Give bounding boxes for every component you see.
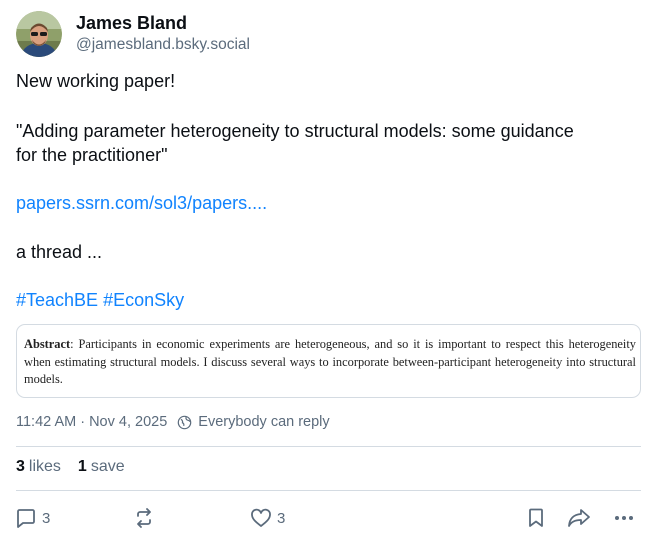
author-handle[interactable]: @jamesbland.bsky.social bbox=[76, 34, 250, 56]
repost-button[interactable] bbox=[132, 504, 156, 532]
abstract-text: Abstract: Participants in economic exper… bbox=[24, 336, 636, 389]
post: James Bland @jamesbland.bsky.social New … bbox=[0, 0, 657, 534]
author-display-name[interactable]: James Bland bbox=[76, 12, 250, 34]
post-text-line: New working paper! bbox=[16, 71, 176, 91]
post-link[interactable]: papers.ssrn.com/sol3/papers.... bbox=[16, 191, 267, 215]
post-stats: 3 likes 1 save bbox=[16, 458, 125, 476]
image-embed[interactable]: Abstract: Participants in economic exper… bbox=[16, 324, 641, 398]
hashtag-link[interactable]: #TeachBE bbox=[16, 290, 98, 310]
divider bbox=[16, 490, 641, 491]
reply-button[interactable]: 3 bbox=[14, 504, 50, 532]
divider bbox=[16, 446, 641, 447]
more-button[interactable] bbox=[612, 504, 636, 532]
hashtags: #TeachBE #EconSky bbox=[16, 288, 184, 312]
globe-icon bbox=[177, 415, 192, 430]
hashtag-link[interactable]: #EconSky bbox=[103, 290, 184, 310]
like-button[interactable]: 3 bbox=[249, 504, 285, 532]
saves-count: 1 bbox=[77, 458, 87, 475]
like-count: 3 bbox=[277, 509, 286, 527]
post-text-line: a thread ... bbox=[16, 242, 103, 262]
bookmark-icon bbox=[524, 506, 548, 530]
post-meta: 11:42 AM · Nov 4, 2025 Everybody can rep… bbox=[16, 414, 330, 430]
likes-label: likes bbox=[28, 458, 61, 475]
saves-stat[interactable]: 1 save bbox=[78, 458, 125, 476]
reply-count: 3 bbox=[42, 509, 51, 527]
post-header: James Bland @jamesbland.bsky.social bbox=[16, 10, 250, 58]
abstract-label: Abstract bbox=[24, 337, 71, 351]
author-names: James Bland @jamesbland.bsky.social bbox=[76, 12, 250, 56]
abstract-body: : Participants in economic experiments a… bbox=[24, 337, 636, 386]
repost-icon bbox=[132, 506, 156, 530]
likes-count: 3 bbox=[16, 458, 25, 475]
share-button[interactable] bbox=[566, 504, 592, 532]
likes-stat[interactable]: 3 likes bbox=[16, 458, 61, 476]
post-text-line: for the practitioner" bbox=[16, 145, 168, 165]
heart-icon bbox=[249, 506, 273, 530]
action-bar: 3 3 bbox=[0, 504, 657, 532]
bookmark-button[interactable] bbox=[524, 504, 548, 532]
share-icon bbox=[566, 506, 592, 530]
saves-label: save bbox=[90, 458, 125, 475]
avatar[interactable] bbox=[16, 11, 62, 57]
reply-icon bbox=[14, 506, 38, 530]
timestamp[interactable]: 11:42 AM · Nov 4, 2025 bbox=[16, 414, 167, 430]
post-text-line: "Adding parameter heterogeneity to struc… bbox=[16, 121, 574, 141]
more-icon bbox=[612, 506, 636, 530]
reply-setting: Everybody can reply bbox=[198, 414, 330, 430]
